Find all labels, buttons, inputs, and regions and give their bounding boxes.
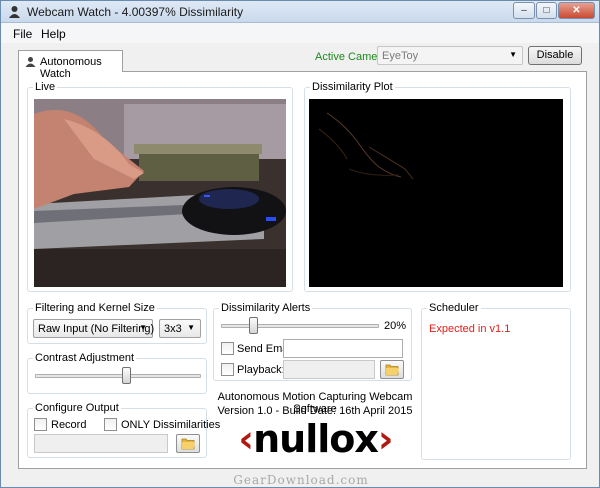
folder-icon (181, 438, 195, 450)
alerts-slider-track[interactable] (221, 324, 379, 328)
menu-help[interactable]: Help (41, 27, 66, 41)
chevron-down-icon: ▼ (187, 323, 195, 332)
scheduler-group: Scheduler Expected in v1.1 (421, 302, 571, 460)
menu-bar: File Help (1, 23, 599, 43)
kernel-size-select[interactable]: 3x3 ▼ (159, 319, 201, 338)
contrast-group: Contrast Adjustment (27, 352, 207, 394)
webcam-app-icon (9, 6, 20, 18)
camera-person-icon (25, 57, 36, 67)
window-title: Webcam Watch - 4.00397% Dissimilarity (27, 5, 244, 19)
record-checkbox[interactable] (34, 418, 47, 431)
dissimilarity-edge-image (318, 112, 414, 180)
tab-autonomous-watch[interactable]: Autonomous Watch (18, 50, 123, 80)
only-dissimilarities-checkbox[interactable] (104, 418, 117, 431)
menu-file[interactable]: File (13, 27, 32, 41)
camera-select[interactable]: EyeToy ▼ (377, 46, 523, 65)
nullox-logo: ‹nullox› (214, 417, 417, 461)
camera-select-value: EyeToy (382, 50, 419, 62)
output-browse-button[interactable] (176, 434, 200, 453)
folder-icon (385, 364, 399, 376)
tab-label: Autonomous Watch (40, 56, 102, 80)
live-camera-feed (34, 99, 286, 287)
live-frame-image (34, 99, 286, 287)
dissimilarity-plot-view (309, 99, 563, 287)
configure-output-group: Configure Output Record ONLY Dissimilari… (27, 402, 220, 458)
playback-checkbox[interactable] (221, 363, 234, 376)
send-email-checkbox[interactable] (221, 342, 234, 355)
minimize-button[interactable]: – (513, 2, 535, 19)
dissimilarity-plot-group: Dissimilarity Plot (304, 81, 571, 292)
scheduler-title: Scheduler (427, 302, 481, 314)
filter-select-value: Raw Input (No Filtering) (38, 323, 155, 335)
about-line-2: Version 1.0 - Build Date: 16th April 201… (217, 405, 413, 417)
filtering-group: Filtering and Kernel Size Raw Input (No … (27, 302, 207, 344)
disable-camera-button[interactable]: Disable (528, 46, 582, 65)
output-title: Configure Output (33, 402, 121, 414)
contrast-slider-thumb[interactable] (122, 367, 132, 384)
email-field[interactable] (283, 339, 403, 358)
chevron-down-icon: ▼ (509, 50, 517, 59)
plot-title: Dissimilarity Plot (310, 81, 395, 93)
kernel-size-value: 3x3 (164, 323, 182, 335)
watermark: GearDownload.com (233, 473, 369, 487)
app-window: Webcam Watch - 4.00397% Dissimilarity – … (0, 0, 600, 488)
close-button[interactable]: ✕ (558, 2, 595, 19)
scheduler-status: Expected in v1.1 (429, 323, 511, 335)
alerts-threshold-value: 20% (384, 320, 407, 332)
title-bar[interactable]: Webcam Watch - 4.00397% Dissimilarity – … (1, 1, 599, 23)
playback-label: Playback: (237, 364, 285, 376)
alerts-slider-thumb[interactable] (248, 317, 258, 334)
live-group: Live (27, 81, 293, 292)
filtering-title: Filtering and Kernel Size (33, 302, 157, 314)
dissimilarity-alerts-group: Dissimilarity Alerts 20% Send Email: Pla… (213, 302, 412, 381)
chevron-down-icon: ▼ (139, 323, 147, 332)
maximize-button[interactable]: □ (536, 2, 557, 19)
only-dissimilarities-label: ONLY Dissimilarities (121, 419, 221, 431)
alerts-title: Dissimilarity Alerts (219, 302, 313, 314)
contrast-title: Contrast Adjustment (33, 352, 137, 364)
playback-file-field[interactable] (283, 360, 375, 379)
output-path-field[interactable] (34, 434, 168, 453)
nullox-logo-text: ‹nullox› (238, 417, 393, 461)
live-title: Live (33, 81, 58, 93)
playback-browse-button[interactable] (380, 360, 404, 379)
filter-select[interactable]: Raw Input (No Filtering) ▼ (33, 319, 155, 338)
contrast-slider-track[interactable] (35, 374, 201, 378)
record-label: Record (51, 419, 87, 431)
